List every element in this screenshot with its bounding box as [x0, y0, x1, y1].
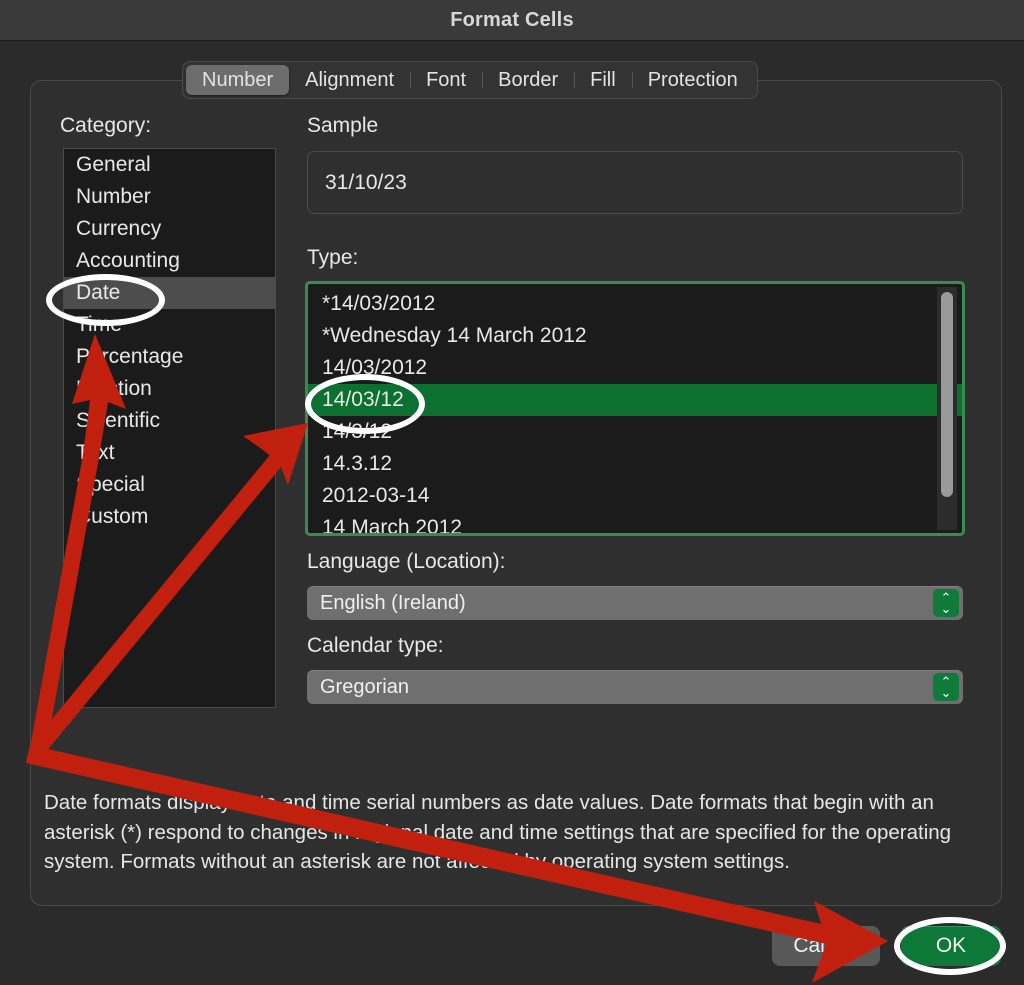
calendar-value: Gregorian: [320, 676, 409, 699]
chevron-down-icon: ⌄: [941, 687, 952, 698]
type-item-2[interactable]: 14/03/2012: [308, 352, 962, 384]
type-list-scrollbar-thumb[interactable]: [941, 292, 953, 497]
tab-protection[interactable]: Protection: [632, 65, 754, 95]
category-item-fraction[interactable]: Fraction: [64, 373, 275, 405]
category-item-special[interactable]: Special: [64, 469, 275, 501]
type-item-1[interactable]: *Wednesday 14 March 2012: [308, 320, 962, 352]
cancel-button[interactable]: Cancel: [772, 926, 880, 966]
tab-bar: Number Alignment Font Border Fill Protec…: [182, 61, 758, 99]
type-item-4[interactable]: 14/3/12: [308, 416, 962, 448]
tab-number[interactable]: Number: [186, 65, 289, 95]
tab-fill[interactable]: Fill: [574, 65, 632, 95]
dialog-title: Format Cells: [0, 0, 1024, 41]
type-item-6[interactable]: 2012-03-14: [308, 480, 962, 512]
chevron-updown-icon[interactable]: ⌃ ⌄: [933, 673, 959, 701]
chevron-updown-icon[interactable]: ⌃ ⌄: [933, 589, 959, 617]
type-item-0[interactable]: *14/03/2012: [308, 288, 962, 320]
tab-border[interactable]: Border: [482, 65, 574, 95]
type-item-7[interactable]: 14 March 2012: [308, 512, 962, 536]
language-select[interactable]: English (Ireland) ⌃ ⌄: [307, 586, 963, 620]
chevron-down-icon: ⌄: [941, 603, 952, 614]
language-label: Language (Location):: [307, 550, 506, 574]
language-value: English (Ireland): [320, 592, 466, 615]
category-item-date[interactable]: Date: [64, 277, 275, 309]
tab-font[interactable]: Font: [410, 65, 482, 95]
type-list-scrollbar[interactable]: [937, 287, 957, 530]
category-item-accounting[interactable]: Accounting: [64, 245, 275, 277]
sample-value: 31/10/23: [325, 171, 407, 195]
category-item-scientific[interactable]: Scientific: [64, 405, 275, 437]
sample-label: Sample: [307, 114, 378, 138]
category-item-percentage[interactable]: Percentage: [64, 341, 275, 373]
category-item-number[interactable]: Number: [64, 181, 275, 213]
dialog-titlebar: Format Cells: [0, 0, 1024, 41]
type-list[interactable]: *14/03/2012 *Wednesday 14 March 2012 14/…: [305, 281, 965, 536]
calendar-select[interactable]: Gregorian ⌃ ⌄: [307, 670, 963, 704]
category-list[interactable]: General Number Currency Accounting Date …: [63, 148, 276, 708]
type-item-5[interactable]: 14.3.12: [308, 448, 962, 480]
ok-button[interactable]: OK: [901, 926, 1001, 966]
type-item-3[interactable]: 14/03/12: [308, 384, 962, 416]
category-item-text[interactable]: Text: [64, 437, 275, 469]
calendar-label: Calendar type:: [307, 634, 444, 658]
category-item-custom[interactable]: Custom: [64, 501, 275, 533]
category-label: Category:: [60, 114, 151, 138]
format-cells-dialog: Format Cells Number Alignment Font Borde…: [0, 0, 1024, 985]
category-item-time[interactable]: Time: [64, 309, 275, 341]
description-text: Date formats display date and time seria…: [44, 788, 974, 877]
sample-box: 31/10/23: [307, 151, 963, 214]
tab-alignment[interactable]: Alignment: [289, 65, 410, 95]
category-item-currency[interactable]: Currency: [64, 213, 275, 245]
category-item-general[interactable]: General: [64, 149, 275, 181]
type-label: Type:: [307, 246, 358, 270]
